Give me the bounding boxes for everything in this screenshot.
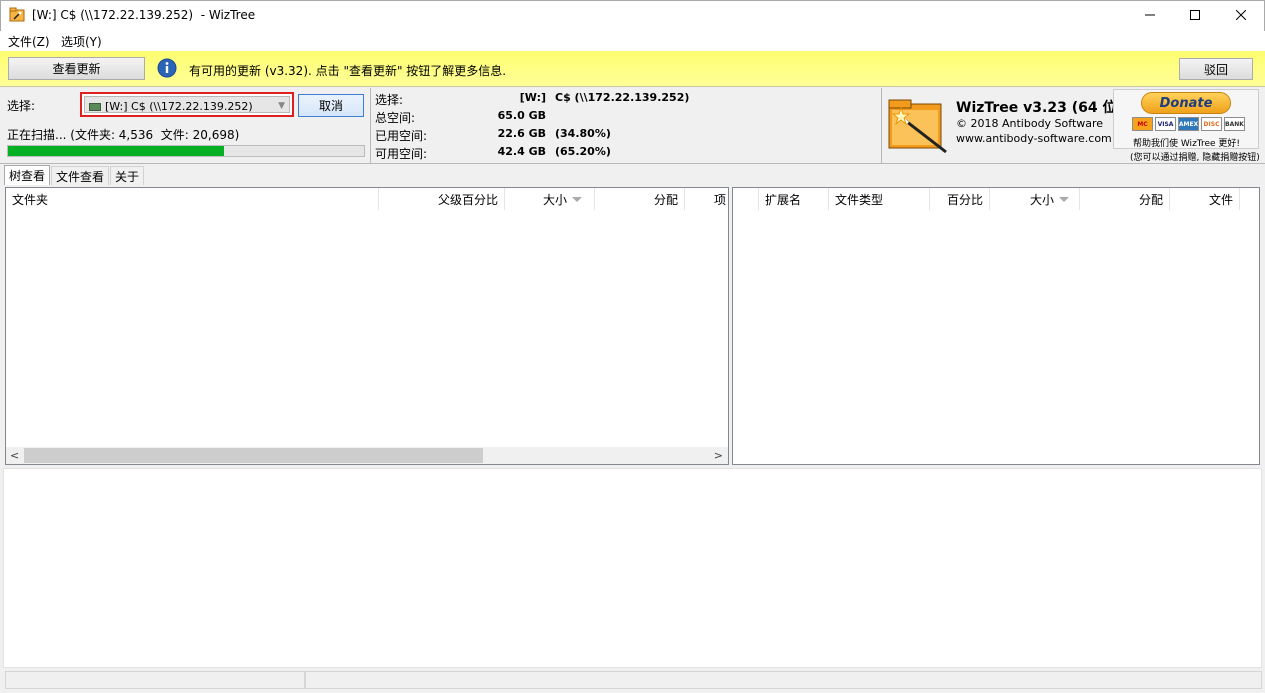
donate-button[interactable]: Donate xyxy=(1141,92,1231,114)
drive-info-extra: (65.20%) xyxy=(555,145,611,158)
drive-info-label: 可用空间: xyxy=(375,147,428,161)
close-icon xyxy=(1236,10,1246,20)
drive-info-label: 已用空间: xyxy=(375,129,428,143)
folder-tree-panel[interactable]: 文件夹 父级百分比 大小 分配 项 < > xyxy=(5,187,729,465)
app-icon xyxy=(9,7,25,23)
minimize-icon xyxy=(1145,14,1155,16)
drive-info-value: [W:] xyxy=(519,91,546,104)
column-percent[interactable]: 百分比 xyxy=(930,188,990,210)
view-tabs: 树查看 文件查看 关于 xyxy=(4,165,145,185)
status-cell xyxy=(5,671,305,689)
drive-info-label: 选择: xyxy=(375,93,404,107)
drive-info-row: 已用空间: 22.6 GB (34.80%) xyxy=(375,126,695,144)
status-cell xyxy=(305,671,1262,689)
tab-file-view[interactable]: 文件查看 xyxy=(51,166,110,185)
column-folder[interactable]: 文件夹 xyxy=(6,188,379,210)
product-name: WizTree v3.23 (64 位) xyxy=(956,100,1123,116)
tab-tree-view[interactable]: 树查看 xyxy=(4,165,51,185)
column-size[interactable]: 大小 xyxy=(505,188,595,210)
menu-bar xyxy=(0,31,1265,51)
drive-select-value: [W:] C$ (\\172.22.139.252) xyxy=(105,100,253,113)
column-label: 大小 xyxy=(542,192,567,207)
info-icon xyxy=(157,58,177,78)
column-label: 百分比 xyxy=(946,192,983,207)
horizontal-scrollbar[interactable]: < > xyxy=(6,447,728,464)
column-items[interactable]: 项 xyxy=(685,188,728,210)
mastercard-icon: MC xyxy=(1132,117,1153,131)
drive-info-extra: C$ (\\172.22.139.252) xyxy=(555,91,690,104)
wiztree-logo-icon[interactable] xyxy=(888,96,950,154)
column-label: 分配 xyxy=(1138,192,1163,207)
drive-info-value: 42.4 GB xyxy=(497,145,546,158)
menu-file[interactable]: 文件(Z) xyxy=(8,33,50,50)
scroll-right-icon[interactable]: > xyxy=(714,449,723,462)
window-title: [W:] C$ (\\172.22.139.252) - WizTree xyxy=(32,8,256,22)
amex-icon: AMEX xyxy=(1178,117,1199,131)
drive-info-row: 选择: [W:] C$ (\\172.22.139.252) xyxy=(375,90,695,108)
drive-select[interactable]: [W:] C$ (\\172.22.139.252) ▼ xyxy=(80,92,294,117)
panel-divider xyxy=(881,88,882,163)
column-label: 文件夹 xyxy=(12,192,49,207)
chevron-down-icon: ▼ xyxy=(278,101,285,111)
select-label: 选择: xyxy=(7,99,36,113)
visa-icon: VISA xyxy=(1155,117,1176,131)
drive-info-row: 可用空间: 42.4 GB (65.20%) xyxy=(375,144,695,162)
treemap-area[interactable] xyxy=(3,468,1262,668)
panel-divider xyxy=(370,88,371,163)
drive-info-label: 总空间: xyxy=(375,111,416,125)
bank-icon: BANK xyxy=(1224,117,1245,131)
column-label: 项 xyxy=(713,192,726,207)
dismiss-button[interactable]: 驳回 xyxy=(1179,58,1253,80)
column-parent-percent[interactable]: 父级百分比 xyxy=(379,188,505,210)
menu-options[interactable]: 选项(Y) xyxy=(61,33,102,50)
donate-note: (您可以通过捐赠, 隐藏捐赠按钮) xyxy=(1130,153,1260,163)
column-label: 文件 xyxy=(1208,192,1233,207)
scan-progress-bar xyxy=(7,145,365,157)
minimize-button[interactable] xyxy=(1127,0,1173,30)
scan-progress-fill xyxy=(8,146,225,156)
drive-info-row: 总空间: 65.0 GB xyxy=(375,108,695,126)
drive-info-value: 22.6 GB xyxy=(497,127,546,140)
scan-status: 正在扫描... (文件夹: 4,536 文件: 20,698) xyxy=(7,128,240,142)
donate-help-text: 帮助我们使 WizTree 更好! xyxy=(1133,139,1241,149)
column-allocated[interactable]: 分配 xyxy=(595,188,685,210)
file-type-panel[interactable]: 扩展名 文件类型 百分比 大小 分配 文件 xyxy=(732,187,1260,465)
scroll-left-icon[interactable]: < xyxy=(10,449,19,462)
copyright-text: © 2018 Antibody Software xyxy=(956,117,1104,130)
tab-about[interactable]: 关于 xyxy=(110,166,145,185)
scrollbar-thumb[interactable] xyxy=(24,448,483,463)
column-extension[interactable]: 扩展名 xyxy=(759,188,829,210)
network-drive-icon xyxy=(89,103,101,111)
column-file-type[interactable]: 文件类型 xyxy=(829,188,930,210)
drive-info-value: 65.0 GB xyxy=(497,109,546,122)
sort-down-icon xyxy=(572,196,582,202)
column-label: 父级百分比 xyxy=(437,192,498,207)
maximize-button[interactable] xyxy=(1172,0,1218,30)
discover-icon: DISC xyxy=(1201,117,1222,131)
website-link[interactable]: www.antibody-software.com xyxy=(956,132,1112,145)
cancel-button[interactable]: 取消 xyxy=(298,94,364,117)
column-allocated[interactable]: 分配 xyxy=(1080,188,1170,210)
maximize-icon xyxy=(1190,10,1200,20)
column-label: 文件类型 xyxy=(835,192,884,207)
column-label: 大小 xyxy=(1029,192,1054,207)
column-color[interactable] xyxy=(733,188,759,210)
drive-info: 选择: [W:] C$ (\\172.22.139.252) 总空间: 65.0… xyxy=(375,90,695,162)
column-size[interactable]: 大小 xyxy=(990,188,1080,210)
update-message: 有可用的更新 (v3.32). 点击 "查看更新" 按钮了解更多信息. xyxy=(189,64,507,78)
drive-info-extra: (34.80%) xyxy=(555,127,611,140)
column-label: 分配 xyxy=(653,192,678,207)
sort-down-icon xyxy=(1059,196,1069,202)
column-files[interactable]: 文件 xyxy=(1170,188,1240,210)
payment-cards: MC VISA AMEX DISC BANK xyxy=(1132,117,1245,131)
close-button[interactable] xyxy=(1218,0,1264,30)
check-update-button[interactable]: 查看更新 xyxy=(8,57,145,80)
column-label: 扩展名 xyxy=(765,192,802,207)
